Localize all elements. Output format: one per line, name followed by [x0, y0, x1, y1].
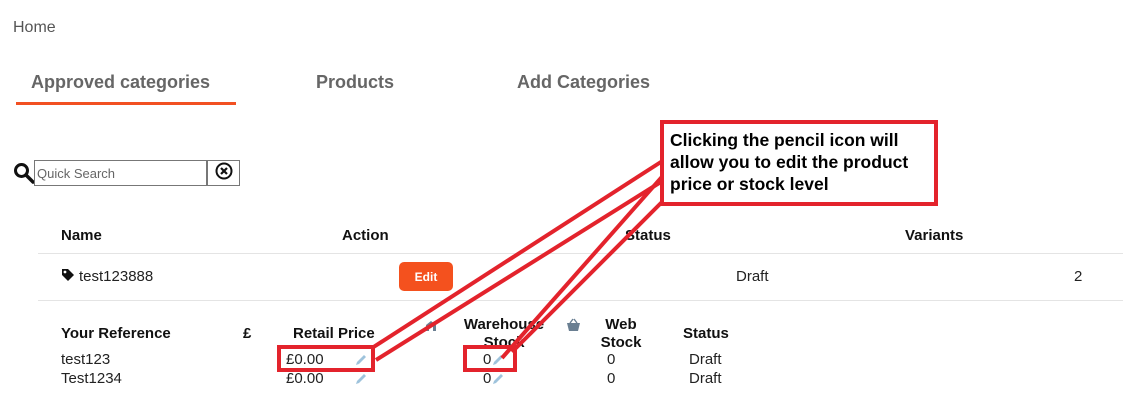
header-divider [38, 253, 1123, 254]
tab-approved-categories[interactable]: Approved categories [31, 72, 210, 93]
tab-products[interactable]: Products [316, 72, 394, 93]
variant-web-stock: 0 [607, 351, 616, 368]
sub-header-status: Status [683, 325, 729, 342]
variant-reference: Test1234 [61, 370, 122, 387]
breadcrumb-home[interactable]: Home [13, 19, 56, 37]
column-header-variants: Variants [905, 227, 964, 244]
sub-header-retail-price: Retail Price [293, 325, 375, 342]
variant-reference: test123 [61, 351, 111, 368]
column-header-action: Action [342, 227, 389, 244]
search-input[interactable] [34, 160, 207, 186]
tag-icon [61, 268, 79, 282]
search-icon [13, 162, 35, 184]
close-circle-icon [215, 162, 233, 185]
edit-price-pencil-icon[interactable] [354, 372, 368, 386]
product-status: Draft [736, 268, 769, 285]
active-tab-indicator [16, 102, 236, 105]
variant-count: 2 [1074, 268, 1083, 285]
edit-button[interactable]: Edit [399, 262, 453, 291]
column-header-status: Status [625, 227, 671, 244]
sub-header-currency: £ [243, 325, 252, 342]
variant-web-stock: 0 [607, 370, 616, 387]
variant-status: Draft [689, 351, 722, 368]
product-name: test123888 [79, 268, 154, 285]
variant-retail-price: £0.00 [286, 370, 324, 387]
variant-status: Draft [689, 370, 722, 387]
stock-highlight-box [463, 345, 517, 372]
tab-add-categories[interactable]: Add Categories [517, 72, 650, 93]
price-highlight-box [277, 345, 375, 372]
edit-stock-pencil-icon[interactable] [491, 372, 505, 386]
annotation-callout: Clicking the pencil icon will allow you … [660, 120, 938, 206]
column-header-name: Name [61, 227, 102, 244]
warehouse-icon [425, 319, 437, 337]
clear-search-button[interactable] [207, 160, 240, 186]
row-divider [38, 300, 1123, 301]
sub-header-reference: Your Reference [61, 325, 171, 342]
basket-icon [566, 318, 581, 337]
sub-header-web-stock: Web Stock [600, 316, 642, 351]
